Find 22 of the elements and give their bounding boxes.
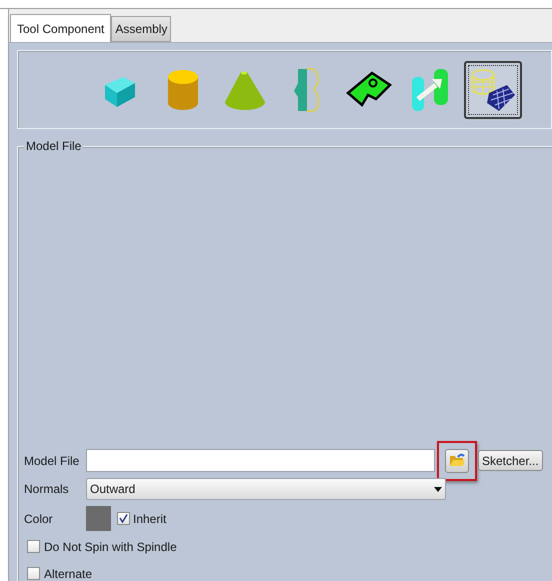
tab[interactable]: Assembly — [111, 16, 172, 42]
checkbox[interactable] — [27, 567, 40, 580]
mesh-icon — [468, 66, 516, 112]
normals-dropdown[interactable]: Outward — [86, 478, 446, 500]
checkbox-label: Do Not Spin with Spindle — [44, 538, 177, 556]
color-swatch[interactable] — [86, 506, 111, 531]
dropdown-arrow-icon — [434, 486, 442, 492]
open-folder-button[interactable] — [445, 448, 469, 472]
sketcher-button[interactable]: Sketcher... — [478, 450, 543, 471]
group-title: Model File — [24, 139, 84, 153]
checkbox[interactable] — [117, 512, 130, 525]
checkbox-label: Alternate — [44, 566, 92, 581]
tab[interactable]: Tool Component — [10, 14, 112, 42]
model-file-field[interactable] — [86, 449, 435, 472]
tool-button[interactable] — [464, 60, 522, 118]
field-label: Model File — [24, 452, 80, 470]
field-label: Color — [24, 510, 54, 528]
checkbox[interactable] — [27, 540, 40, 553]
profile-icon — [292, 66, 322, 112]
field-label: Normals — [24, 481, 70, 498]
folder-icon — [448, 453, 466, 468]
checkbox-label: Inherit — [133, 510, 166, 528]
